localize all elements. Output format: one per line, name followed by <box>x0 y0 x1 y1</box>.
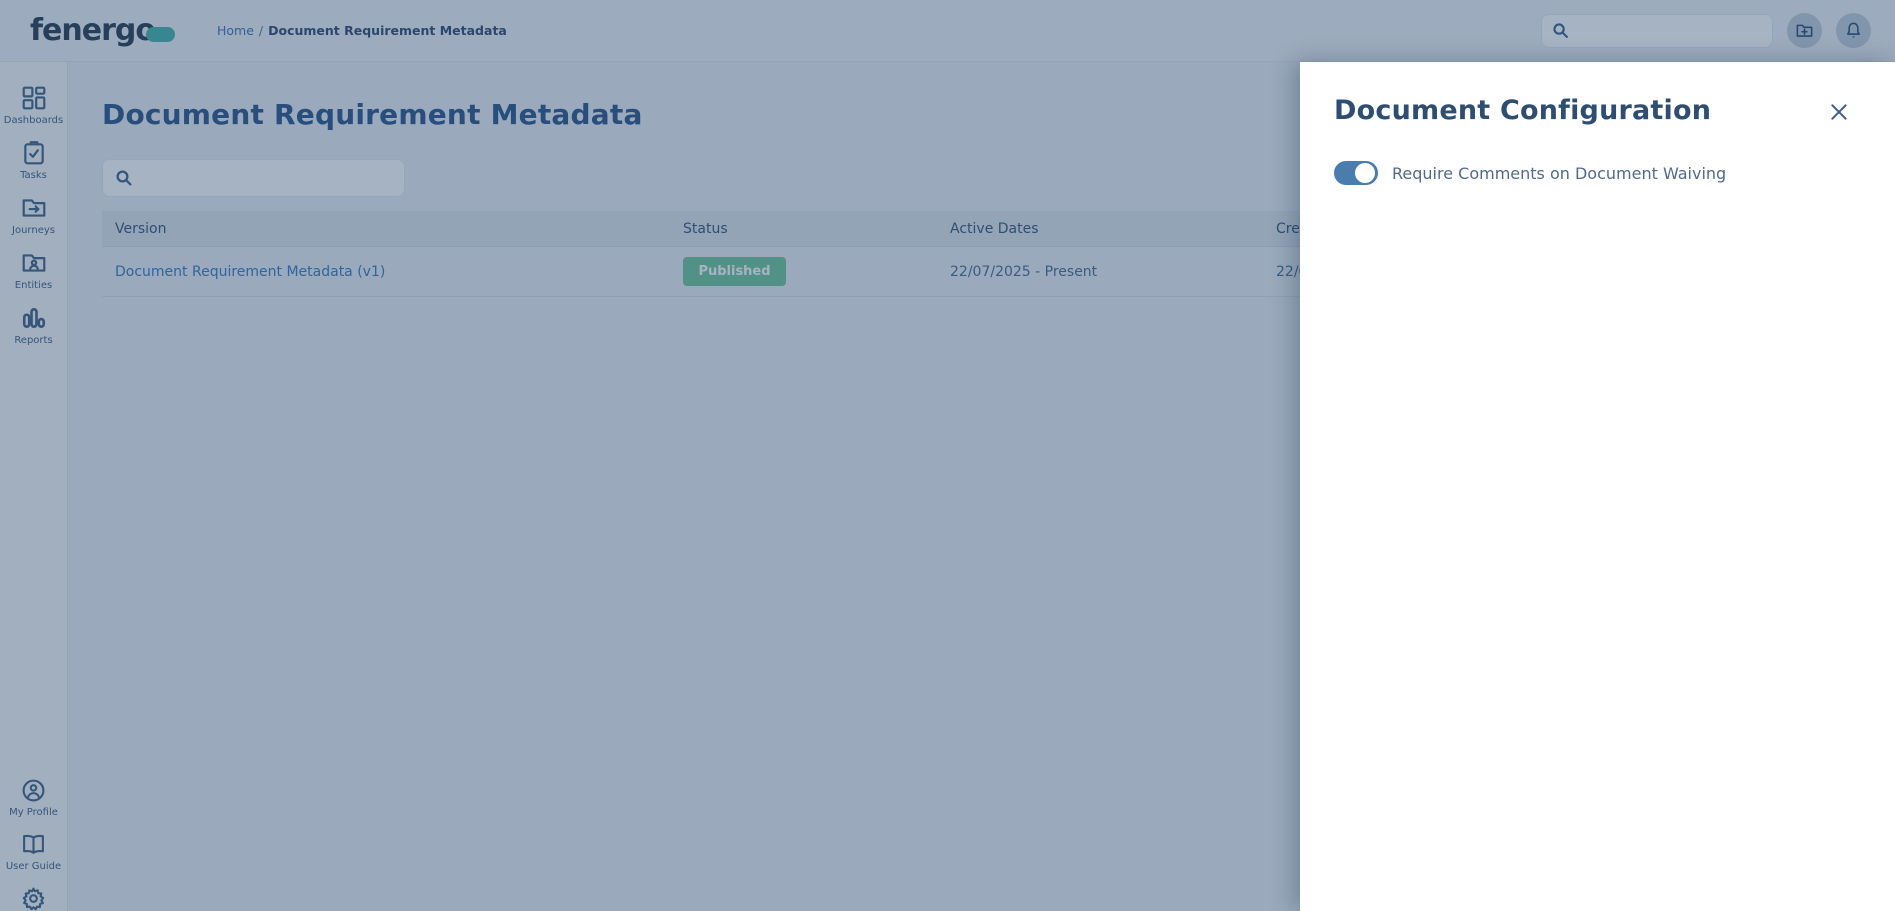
drawer-title: Document Configuration <box>1334 95 1825 126</box>
close-button[interactable] <box>1825 98 1853 129</box>
document-configuration-drawer: Document Configuration Require Comments … <box>1300 62 1895 911</box>
waiving-toggle[interactable] <box>1334 161 1378 185</box>
toggle-knob <box>1355 163 1375 183</box>
close-icon <box>1829 102 1849 122</box>
require-comments-setting: Require Comments on Document Waiving <box>1334 161 1861 185</box>
waiving-toggle-label: Require Comments on Document Waiving <box>1392 164 1726 183</box>
